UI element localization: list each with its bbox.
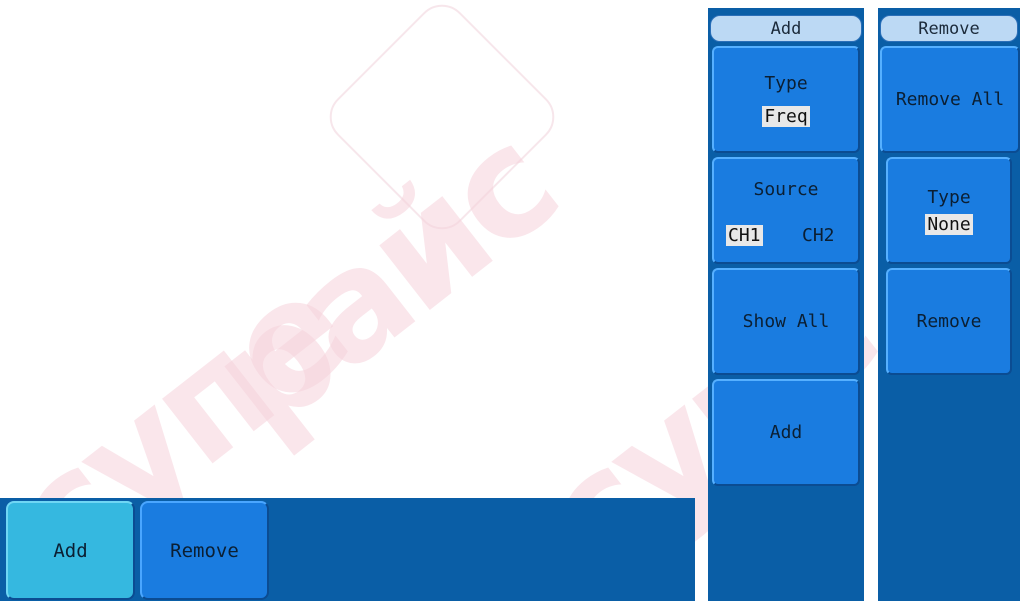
watermark-logo-shape <box>318 0 566 241</box>
bottom-softkey-bar: Add Remove <box>0 498 695 601</box>
add-type-button[interactable]: Type Freq <box>712 46 860 153</box>
add-panel-title: Add <box>710 15 862 42</box>
remove-type-value: None <box>925 213 973 235</box>
bottom-add-button[interactable]: Add <box>6 501 135 600</box>
remove-panel-title: Remove <box>880 15 1018 42</box>
remove-label: Remove <box>916 311 982 332</box>
add-menu-panel: Add Type Freq Source CH1 CH2 Show All Ad… <box>708 8 864 601</box>
show-all-button[interactable]: Show All <box>712 268 860 375</box>
add-type-label: Type <box>764 72 808 94</box>
add-source-button[interactable]: Source CH1 CH2 <box>712 157 860 264</box>
remove-type-button[interactable]: Type None <box>886 157 1012 264</box>
source-option-ch1[interactable]: CH1 <box>726 225 763 246</box>
remove-menu-panel: Remove Remove All Type None Remove <box>878 8 1020 601</box>
add-measurement-label: Add <box>769 422 803 443</box>
remove-all-button[interactable]: Remove All <box>880 46 1020 153</box>
bottom-remove-button[interactable]: Remove <box>140 501 269 600</box>
add-type-value: Freq <box>762 105 810 127</box>
remove-button[interactable]: Remove <box>886 268 1012 375</box>
bottom-remove-label: Remove <box>170 539 239 562</box>
add-source-label: Source <box>753 179 819 200</box>
bottom-add-label: Add <box>53 539 88 562</box>
remove-type-label: Type <box>927 186 971 208</box>
source-option-ch2[interactable]: CH2 <box>802 225 835 246</box>
show-all-label: Show All <box>742 311 830 332</box>
remove-all-label: Remove All <box>895 89 1005 110</box>
add-measurement-button[interactable]: Add <box>712 379 860 486</box>
